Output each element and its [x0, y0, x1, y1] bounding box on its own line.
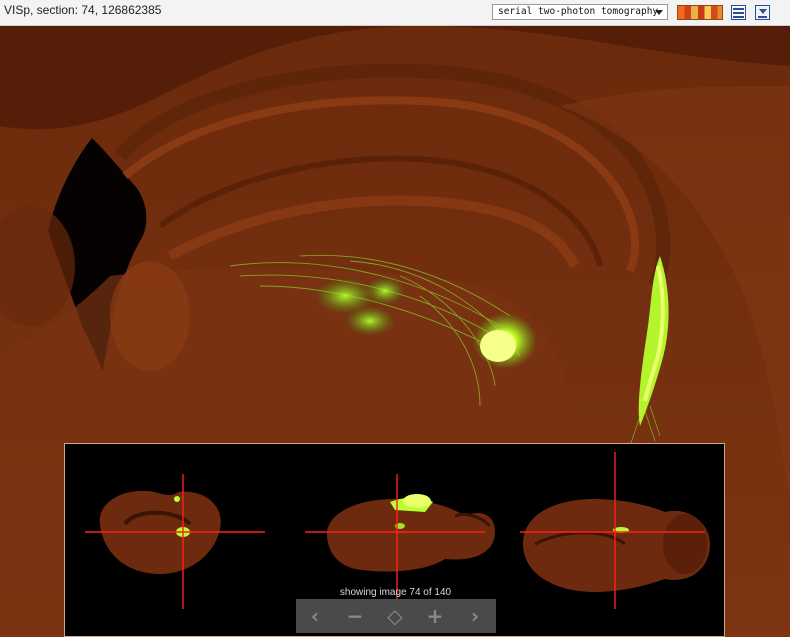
download-icon[interactable] — [755, 5, 770, 20]
table-icon[interactable] — [731, 5, 746, 20]
horizontal-thumbnail[interactable] — [523, 499, 710, 592]
section-title: VISp, section: 74, 126862385 — [4, 3, 162, 17]
pan-button[interactable]: ◇ — [382, 603, 408, 629]
modality-selected-value: serial two-photon tomography — [498, 6, 659, 17]
sagittal-thumbnail[interactable] — [327, 494, 495, 572]
chevron-down-icon — [655, 10, 663, 15]
previous-button[interactable]: ‹ — [302, 603, 328, 629]
navigator-panel: showing image 74 of 140 ‹ − ◇ + › — [64, 443, 725, 637]
header-bar: VISp, section: 74, 126862385 serial two-… — [0, 0, 790, 26]
navigator-controls: ‹ − ◇ + › — [296, 599, 496, 633]
zoom-out-button[interactable]: − — [342, 603, 368, 629]
image-counter: showing image 74 of 140 — [339, 587, 452, 598]
modality-select[interactable]: serial two-photon tomography — [492, 4, 668, 20]
colormap-icon[interactable] — [677, 5, 723, 20]
zoom-in-button[interactable]: + — [422, 603, 448, 629]
next-button[interactable]: › — [462, 603, 488, 629]
